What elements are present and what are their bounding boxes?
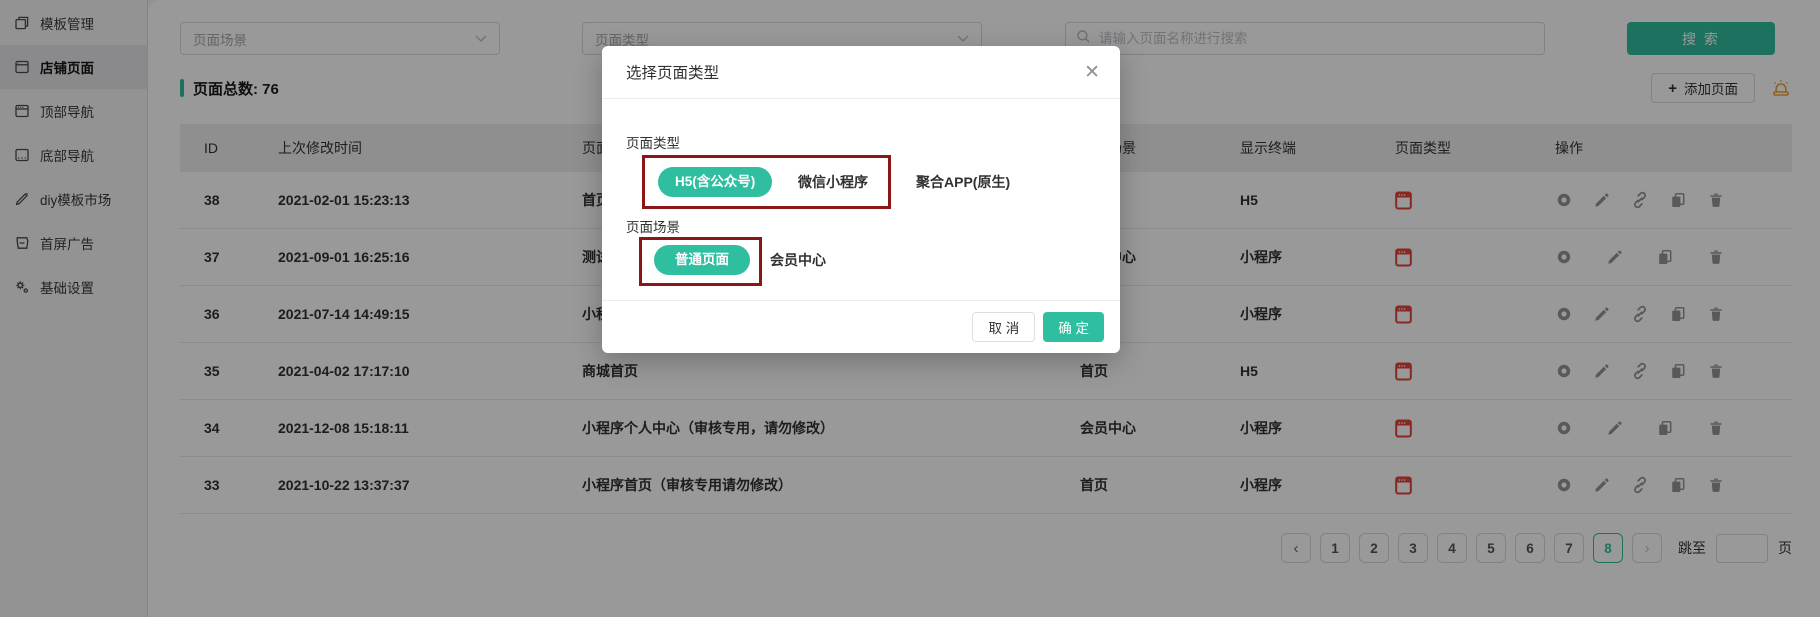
option-member-center[interactable]: 会员中心 <box>770 245 826 275</box>
modal-body: 页面类型 H5(含公众号) 微信小程序 聚合APP(原生) 页面场景 普通页面 … <box>602 99 1120 301</box>
option-native-app[interactable]: 聚合APP(原生) <box>916 167 1010 197</box>
page-type-modal: 选择页面类型 ✕ 页面类型 H5(含公众号) 微信小程序 聚合APP(原生) 页… <box>602 46 1120 353</box>
cancel-button[interactable]: 取 消 <box>972 312 1035 342</box>
page-type-section-label: 页面类型 <box>626 132 680 152</box>
modal-header: 选择页面类型 ✕ <box>602 46 1120 99</box>
option-wechat-miniprogram[interactable]: 微信小程序 <box>798 167 868 197</box>
option-h5-pill[interactable]: H5(含公众号) <box>658 167 772 197</box>
option-normal-page-pill[interactable]: 普通页面 <box>654 245 750 275</box>
close-icon[interactable]: ✕ <box>1084 63 1100 82</box>
page-scene-section-label: 页面场景 <box>626 216 680 236</box>
modal-title: 选择页面类型 <box>626 61 719 83</box>
confirm-button[interactable]: 确 定 <box>1043 312 1104 342</box>
modal-footer: 取 消 确 定 <box>602 301 1120 352</box>
